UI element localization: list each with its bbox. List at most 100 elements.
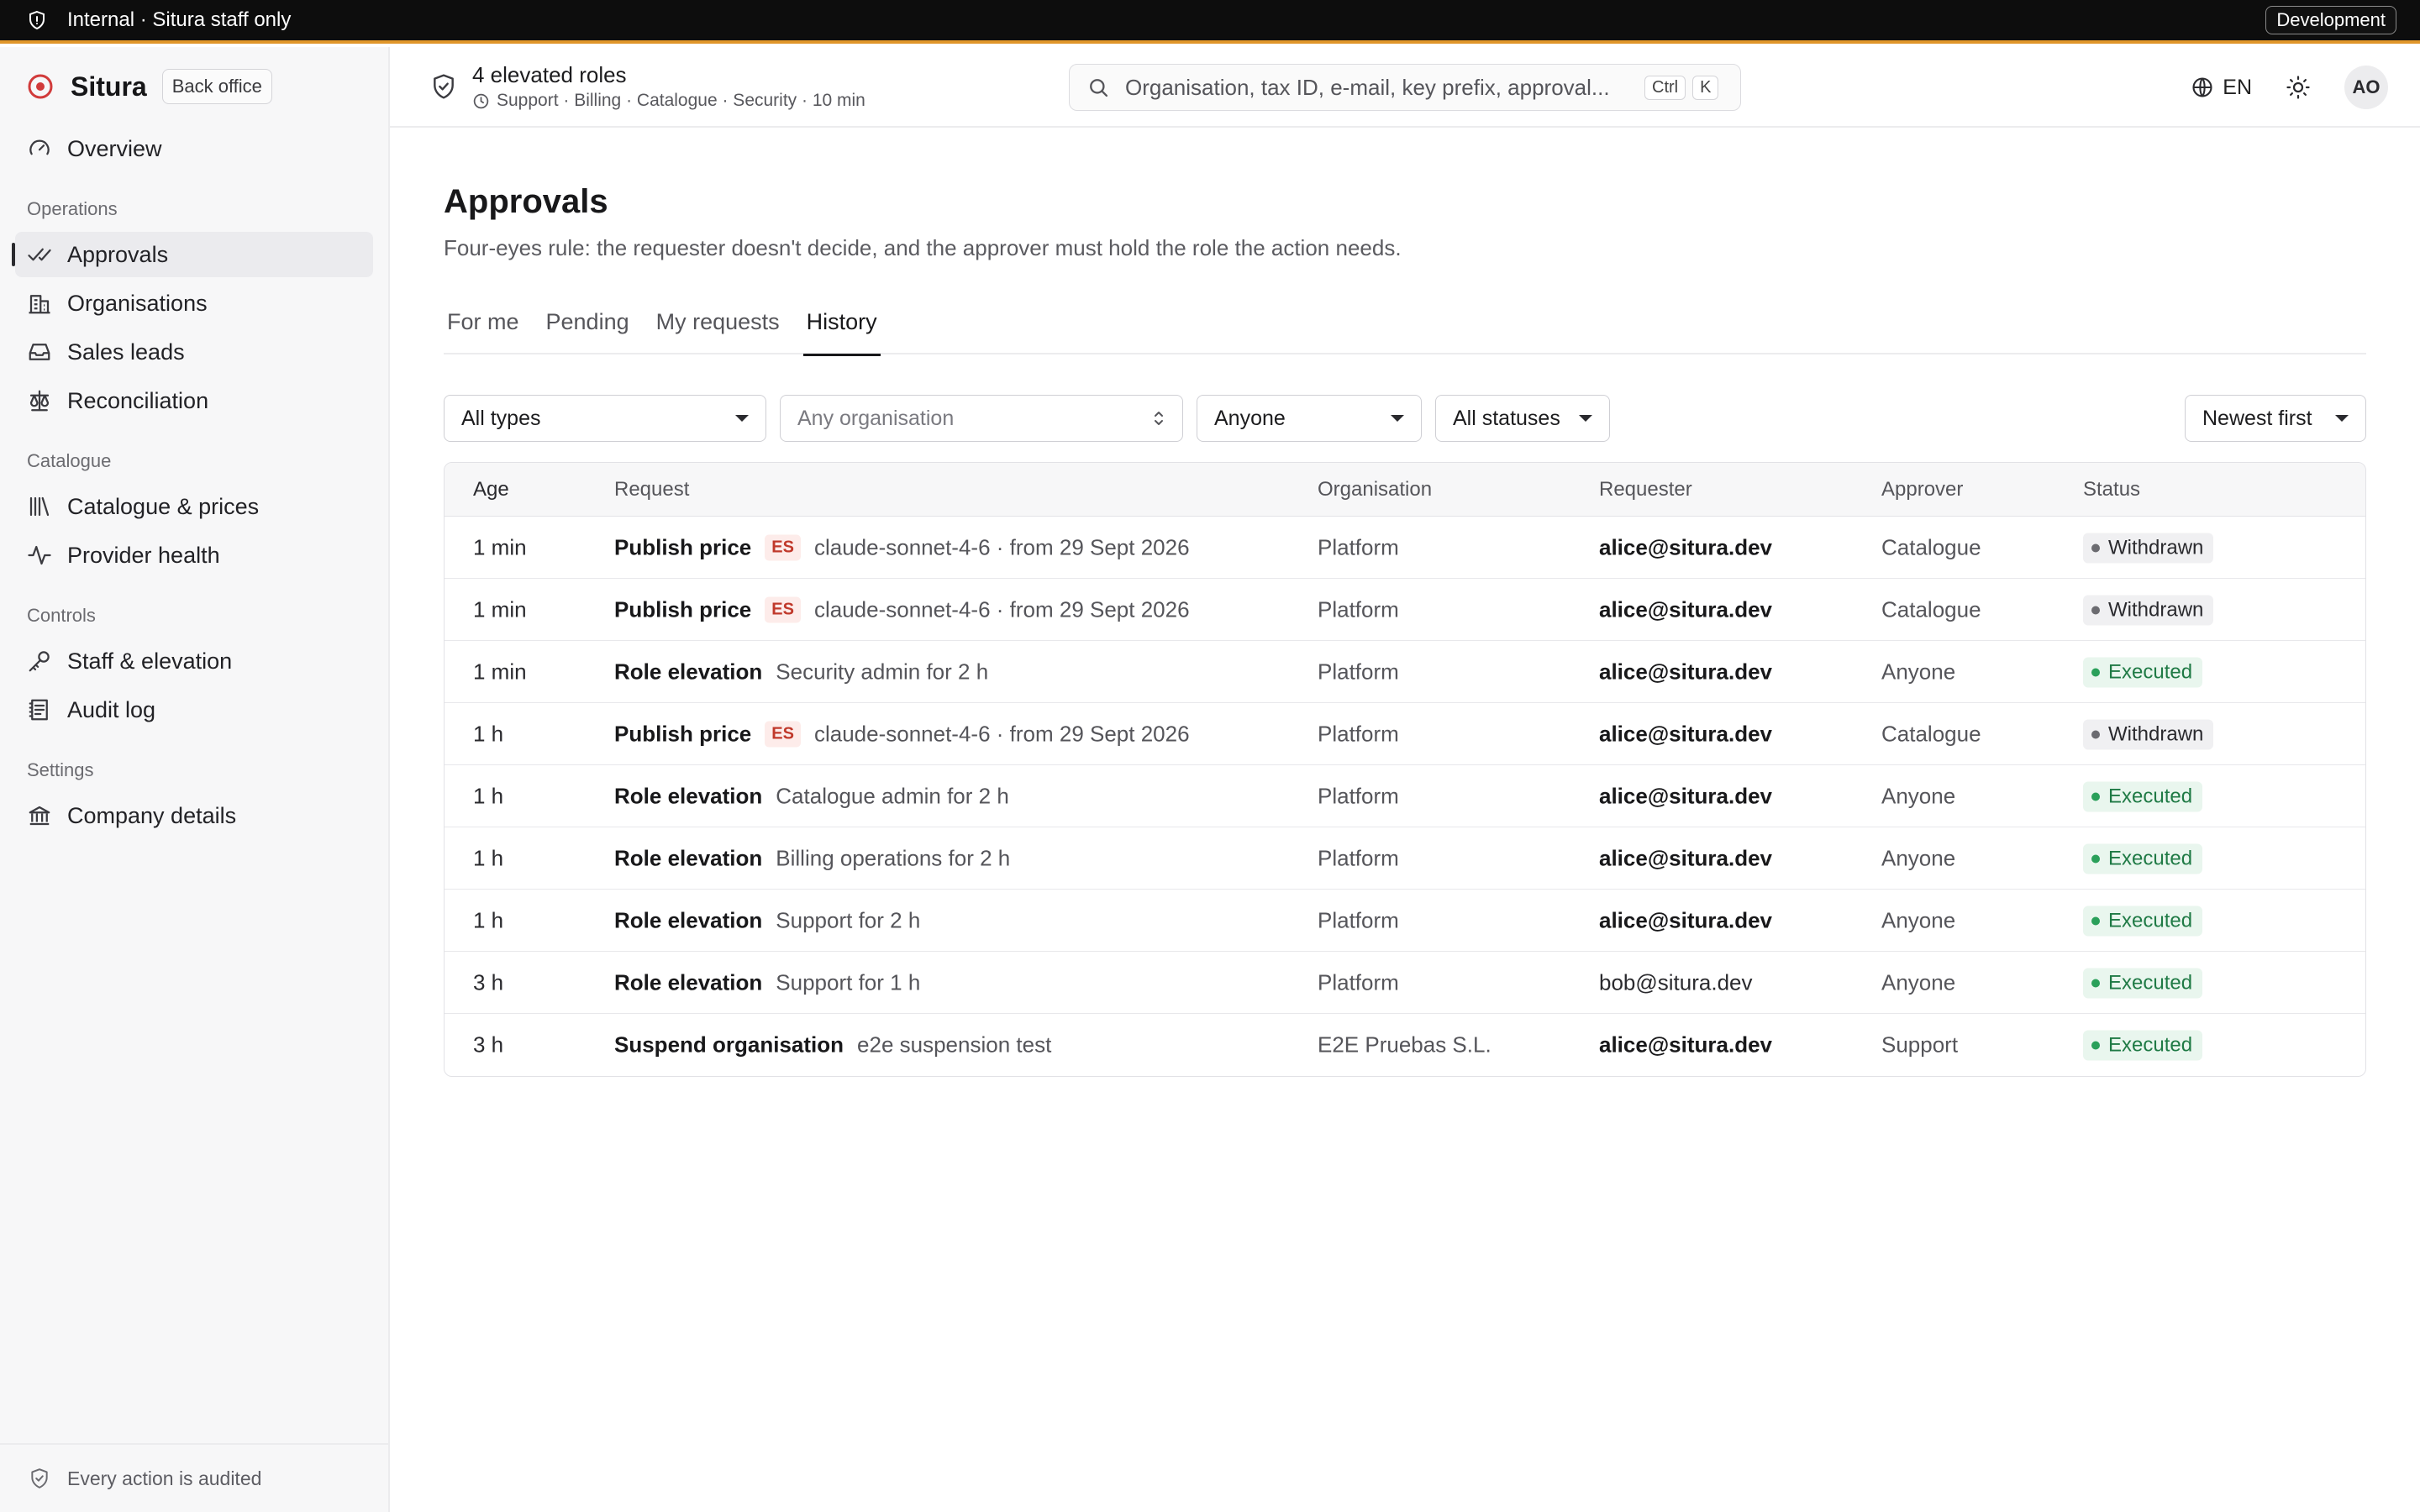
filter-bar: All types Any organisation Anyone All st…	[444, 395, 2366, 442]
elevated-roles-list: Support · Billing · Catalogue · Security…	[497, 91, 865, 110]
sidebar-item-staff-elevation[interactable]: Staff & elevation	[15, 638, 373, 684]
column-organisation[interactable]: Organisation	[1318, 478, 1432, 501]
shortcut-k-key: K	[1692, 75, 1719, 100]
sidebar-item-label: Audit log	[67, 696, 156, 722]
sidebar-item-audit-log[interactable]: Audit log	[15, 687, 373, 732]
sidebar-item-approvals[interactable]: Approvals	[12, 232, 373, 277]
column-status[interactable]: Status	[2083, 478, 2140, 501]
row-approver: Support	[1881, 1032, 1959, 1058]
sidebar-item-sales-leads[interactable]: Sales leads	[15, 329, 373, 375]
locale-tag: ES	[765, 596, 801, 622]
table-row[interactable]: 1 min Role elevation Security admin for 2 …	[445, 641, 2365, 703]
status-badge: Executed	[2083, 1030, 2203, 1061]
brand-name[interactable]: Situra	[71, 71, 147, 102]
sidebar-item-reconciliation[interactable]: Reconciliation	[15, 378, 373, 423]
row-organisation: Platform	[1318, 659, 1399, 684]
table-row[interactable]: 3 h Role elevation Support for 1 h Platform…	[445, 952, 2365, 1014]
status-filter[interactable]: All statuses	[1435, 395, 1610, 442]
audit-notice-text: Every action is audited	[67, 1467, 262, 1489]
bank-icon	[27, 803, 52, 828]
sun-icon[interactable]	[2286, 75, 2311, 100]
status-badge: Withdrawn	[2083, 719, 2214, 749]
table-row[interactable]: 1 h Role elevation Catalogue admin for 2 h…	[445, 765, 2365, 827]
search-icon	[1086, 76, 1110, 99]
row-status: Withdrawn	[2083, 718, 2214, 749]
clock-icon	[472, 92, 490, 110]
table-row[interactable]: 1 h Role elevation Support for 2 h Platform…	[445, 890, 2365, 952]
audit-notice: Every action is audited	[0, 1443, 388, 1512]
requester-filter[interactable]: Anyone	[1197, 395, 1422, 442]
row-approver: Catalogue	[1881, 596, 1981, 622]
search-input[interactable]	[1125, 74, 1638, 101]
row-status: Withdrawn	[2083, 532, 2214, 563]
request-detail: claude-sonnet-4-6 · from 29 Sept 2026	[813, 596, 1190, 622]
row-requester: alice@situra.dev	[1599, 783, 1773, 808]
row-request: Role elevation Security admin for 2 h	[614, 659, 988, 685]
status-badge: Executed	[2083, 968, 2203, 998]
avatar[interactable]: AO	[2344, 66, 2388, 109]
row-approver: Anyone	[1881, 907, 1956, 932]
sidebar-item-organisations[interactable]: Organisations	[15, 281, 373, 326]
sidebar-item-overview[interactable]: Overview	[15, 126, 373, 171]
sidebar-item-company-details[interactable]: Company details	[15, 793, 373, 838]
column-request[interactable]: Request	[614, 478, 689, 501]
locale-tag: ES	[765, 534, 801, 560]
elevated-roles-detail: Support · Billing · Catalogue · Security…	[472, 91, 865, 111]
table-row[interactable]: 1 min Publish price ES claude-sonnet-4-6 · …	[445, 517, 2365, 579]
elevated-roles-indicator[interactable]: 4 elevated roles Support · Billing · Cat…	[430, 62, 865, 111]
column-approver[interactable]: Approver	[1881, 478, 1963, 501]
language-switcher[interactable]: EN	[2191, 76, 2252, 100]
sidebar-item-provider-health[interactable]: Provider health	[15, 533, 373, 578]
status-dot-icon	[2091, 543, 2100, 552]
row-status: Executed	[2083, 843, 2203, 874]
table-row[interactable]: 1 h Publish price ES claude-sonnet-4-6 · fr…	[445, 703, 2365, 765]
sidebar-section-controls: Controls	[27, 605, 96, 626]
tab-history[interactable]: History	[802, 296, 881, 356]
status-label: Executed	[2108, 847, 2193, 869]
sidebar-item-label: Overview	[67, 135, 162, 161]
sidebar-item-catalogue-prices[interactable]: Catalogue & prices	[15, 484, 373, 529]
status-badge: Executed	[2083, 781, 2203, 811]
table-row[interactable]: 1 min Publish price ES claude-sonnet-4-6 · …	[445, 579, 2365, 641]
caret-down-icon	[2335, 415, 2349, 422]
status-badge: Withdrawn	[2083, 533, 2214, 563]
status-dot-icon	[2091, 979, 2100, 987]
row-requester: bob@situra.dev	[1599, 969, 1753, 995]
row-organisation: Platform	[1318, 534, 1399, 559]
type-filter[interactable]: All types	[444, 395, 766, 442]
sidebar-item-label: Sales leads	[67, 339, 185, 365]
internal-banner: Internal · Situra staff only Development	[0, 0, 2420, 44]
status-badge: Executed	[2083, 657, 2203, 687]
row-organisation: Platform	[1318, 596, 1399, 622]
type-filter-value: All types	[461, 406, 541, 430]
sidebar-item-label: Approvals	[67, 241, 169, 267]
request-detail: Billing operations for 2 h	[776, 845, 1011, 870]
row-age: 3 h	[473, 1032, 504, 1058]
request-detail: claude-sonnet-4-6 · from 29 Sept 2026	[813, 534, 1190, 559]
status-dot-icon	[2091, 792, 2100, 801]
row-age: 1 min	[473, 534, 527, 559]
tab-my-requests[interactable]: My requests	[653, 296, 783, 354]
sidebar-item-label: Catalogue & prices	[67, 493, 260, 519]
request-detail: e2e suspension test	[857, 1032, 1052, 1058]
row-request: Role elevation Support for 1 h	[614, 969, 920, 995]
column-age[interactable]: Age	[473, 478, 509, 501]
tab-for-me[interactable]: For me	[444, 296, 523, 354]
row-approver: Anyone	[1881, 845, 1956, 870]
column-requester[interactable]: Requester	[1599, 478, 1692, 501]
situra-logo-icon[interactable]	[27, 73, 54, 100]
global-search[interactable]: Ctrl K	[1069, 64, 1741, 111]
row-status: Executed	[2083, 1030, 2203, 1061]
table-row[interactable]: 1 h Role elevation Billing operations for …	[445, 827, 2365, 890]
table-row[interactable]: 3 h Suspend organisation e2e suspension te…	[445, 1014, 2365, 1076]
row-approver: Catalogue	[1881, 534, 1981, 559]
request-type: Role elevation	[614, 659, 763, 684]
sort-select[interactable]: Newest first	[2185, 395, 2366, 442]
tab-pending[interactable]: Pending	[543, 296, 633, 354]
status-badge: Withdrawn	[2083, 595, 2214, 625]
row-organisation: Platform	[1318, 721, 1399, 746]
organisation-filter[interactable]: Any organisation	[780, 395, 1183, 442]
activity-icon	[27, 543, 52, 568]
check-double-icon	[27, 242, 52, 267]
library-icon	[27, 494, 52, 519]
